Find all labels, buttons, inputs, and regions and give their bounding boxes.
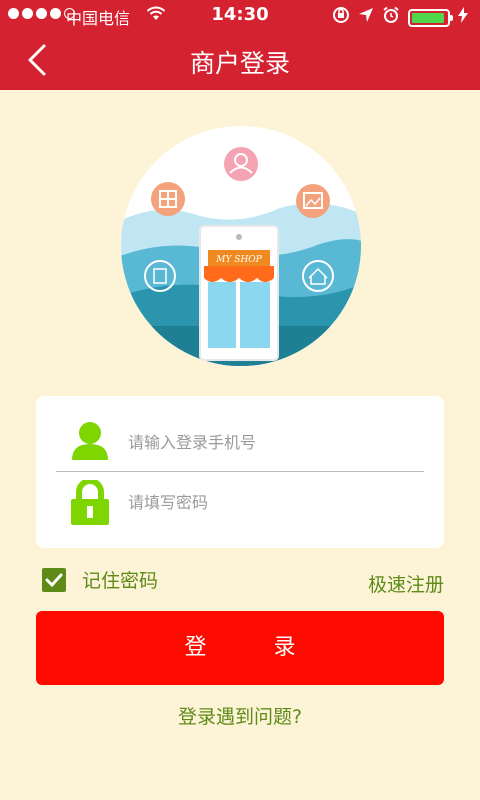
user-circle-icon (224, 147, 258, 181)
lock-icon (70, 478, 110, 525)
login-help-link[interactable]: 登录遇到问题? (0, 702, 480, 729)
password-row (36, 472, 444, 546)
remember-checkbox[interactable] (42, 567, 66, 592)
grid-circle-icon (151, 182, 185, 216)
password-input[interactable] (128, 486, 418, 518)
login-form (36, 396, 444, 548)
alarm-clock-icon (382, 6, 400, 29)
page-title: 商户登录 (189, 49, 290, 78)
phone-input[interactable] (128, 426, 418, 458)
quick-register-link[interactable]: 极速注册 (368, 570, 444, 597)
battery-icon (408, 8, 453, 27)
phone-row (36, 404, 444, 478)
login-button[interactable]: 登 录 (36, 611, 444, 685)
checkmark-icon (45, 573, 63, 587)
shop-sign: MY SHOP (215, 255, 262, 265)
remember-password-option[interactable]: 记住密码 (42, 566, 158, 593)
charging-bolt-icon (458, 7, 468, 28)
rotation-lock-icon (332, 6, 350, 29)
nav-bar: 商户登录 (0, 30, 480, 90)
user-icon (70, 420, 110, 462)
status-bar: 中国电信 14:30 (0, 0, 480, 30)
location-arrow-icon (358, 7, 374, 28)
picture-circle-icon (296, 184, 330, 218)
remember-label: 记住密码 (82, 570, 159, 592)
shop-illustration: MY SHOP (120, 126, 362, 366)
